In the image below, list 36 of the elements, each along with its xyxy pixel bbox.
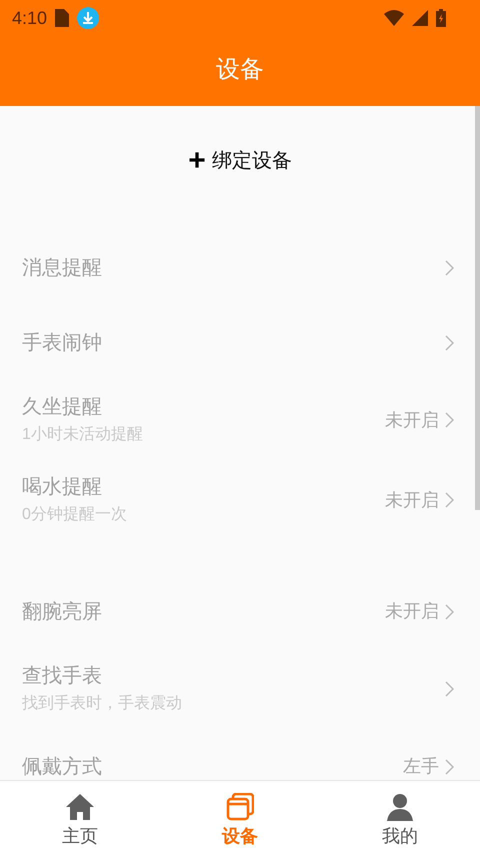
tab-button[interactable]: 我的	[320, 781, 480, 855]
chevron-right-icon	[445, 260, 454, 276]
status-time: 4:10	[12, 6, 48, 30]
row-value: 未开启	[385, 408, 439, 432]
chevron-right-icon	[445, 334, 454, 350]
home-icon	[65, 793, 95, 821]
windows-icon	[226, 793, 254, 821]
row-title: 查找手表	[22, 664, 103, 689]
chevron-right-icon	[445, 492, 454, 508]
user-icon	[386, 793, 414, 821]
settings-row[interactable]: 消息提醒	[0, 230, 475, 305]
sim-card-icon	[55, 9, 70, 27]
settings-row[interactable]: 翻腕亮屏 未开启	[0, 574, 475, 649]
chevron-right-icon	[445, 681, 454, 697]
row-title: 佩戴方式	[22, 754, 103, 780]
row-title: 翻腕亮屏	[22, 600, 103, 624]
wifi-icon	[384, 10, 404, 26]
signal-icon	[412, 10, 428, 26]
tab-button[interactable]: 设备	[160, 781, 320, 855]
row-value: 未开启	[385, 488, 439, 512]
row-title: 手表闹钟	[22, 330, 103, 356]
battery-icon	[436, 9, 446, 27]
chevron-right-icon	[445, 604, 454, 620]
row-value: 未开启	[385, 600, 439, 623]
chevron-right-icon	[445, 412, 454, 428]
chevron-right-icon	[445, 758, 454, 774]
settings-row[interactable]: 手表闹钟	[0, 305, 475, 380]
page-title: 设备	[216, 55, 264, 85]
bind-device-button[interactable]: + 绑定设备	[184, 144, 296, 178]
tab-button[interactable]: 主页	[0, 781, 160, 855]
settings-row[interactable]: 佩戴方式 左手	[0, 729, 475, 780]
row-title: 喝水提醒	[22, 475, 103, 500]
row-value: 左手	[403, 755, 439, 778]
row-title: 消息提醒	[22, 256, 103, 280]
row-title: 久坐提醒	[22, 395, 103, 420]
download-icon	[77, 7, 100, 29]
